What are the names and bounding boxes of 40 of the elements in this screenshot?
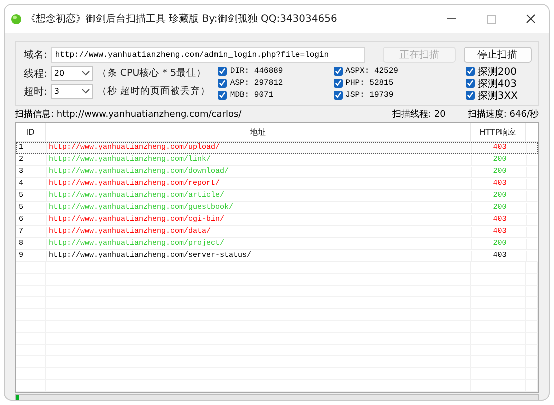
checkbox[interactable] bbox=[334, 91, 343, 100]
app-icon bbox=[11, 14, 22, 24]
timeout-label: 超时: bbox=[24, 86, 48, 98]
checkbox-label: JSP: 19739 bbox=[346, 91, 394, 100]
checkbox-label: PHP: 52815 bbox=[346, 79, 394, 88]
column-header[interactable]: ID bbox=[16, 123, 46, 141]
checkbox-label: 探测403 bbox=[478, 78, 517, 90]
column-header[interactable]: HTTP响应 bbox=[471, 123, 526, 141]
checkbox[interactable] bbox=[218, 79, 228, 88]
threads-dropdown[interactable]: 20 bbox=[51, 66, 94, 81]
minimize-icon bbox=[446, 18, 456, 20]
scan-info-text: 扫描信息: http://www.yanhuatianzheng.com/carlos/ bbox=[15, 108, 242, 121]
checkbox[interactable] bbox=[334, 67, 343, 76]
maximize-icon bbox=[486, 14, 496, 24]
checkbox-label: ASPX: 42529 bbox=[346, 67, 398, 76]
scan-threads-text: 扫描线程: 20 bbox=[392, 108, 446, 121]
threads-label: 线程: bbox=[24, 68, 48, 80]
checkbox[interactable] bbox=[218, 91, 228, 100]
checkbox-label: ASP: 297812 bbox=[230, 79, 284, 88]
scan-speed-text: 扫描速度: 646/秒 bbox=[468, 108, 539, 121]
domain-label: 域名: bbox=[24, 48, 48, 62]
timeout-dropdown[interactable]: 3 bbox=[51, 84, 94, 99]
hint-text: （条 CPU核心 * 5最佳） bbox=[97, 67, 207, 80]
checkbox[interactable] bbox=[334, 79, 343, 88]
chevron-down-icon[interactable] bbox=[82, 89, 90, 94]
chevron-down-icon[interactable] bbox=[82, 71, 90, 76]
checkbox-label: DIR: 446889 bbox=[230, 67, 284, 76]
checkbox[interactable] bbox=[466, 91, 475, 100]
checkbox[interactable] bbox=[466, 79, 475, 88]
stop-scan-button[interactable]: 停止扫描 bbox=[464, 47, 532, 63]
window-title: 《想念初恋》御剑后台扫描工具 珍藏版 By:御剑孤独 QQ:343034656 bbox=[26, 12, 338, 26]
checkbox[interactable] bbox=[466, 67, 475, 76]
checkbox-label: MDB: 9071 bbox=[230, 91, 274, 100]
checkbox-label: 探测3XX bbox=[478, 90, 518, 102]
column-header[interactable]: 地址 bbox=[46, 123, 471, 141]
hint-text: （秒 超时的页面被丢弃） bbox=[97, 85, 210, 98]
close-icon bbox=[526, 14, 536, 24]
checkbox-label: 探测200 bbox=[478, 66, 517, 78]
domain-field[interactable]: http://www.yanhuatianzheng.com/admin_login.php?file=login bbox=[51, 47, 366, 63]
checkbox[interactable] bbox=[218, 67, 228, 76]
